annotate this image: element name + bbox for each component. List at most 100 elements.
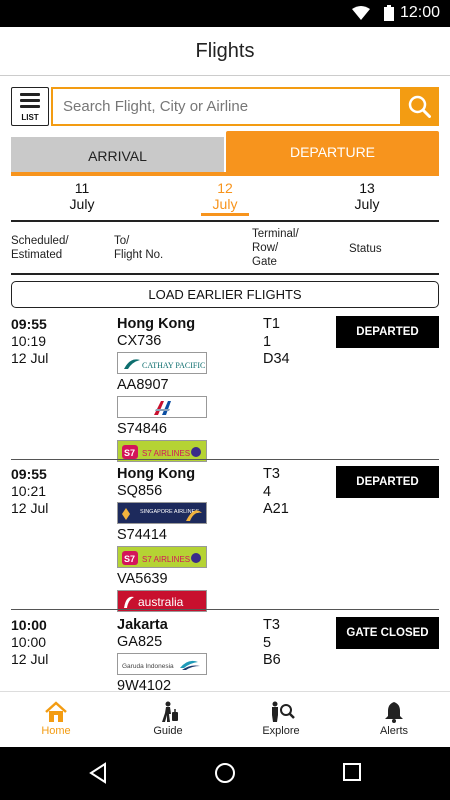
column-terminal: Terminal/ Row/ Gate: [252, 227, 299, 269]
search-icon: [408, 95, 431, 118]
home-icon: [45, 701, 67, 722]
clock: 12:00: [399, 4, 440, 21]
status-badge: GATE CLOSED: [336, 617, 439, 649]
destination-city: Jakarta: [117, 617, 168, 633]
search-input[interactable]: [51, 87, 401, 126]
bottom-navigation: Home Guide Explore Alerts: [0, 691, 450, 747]
divider: [11, 220, 439, 222]
estimated-time: 10:21: [11, 483, 47, 499]
column-label: To/: [114, 235, 130, 247]
gate: B6: [263, 652, 281, 668]
date-day: 13: [359, 180, 375, 196]
logo-text: CATHAY PACIFIC: [142, 361, 205, 370]
column-label: Estimated: [11, 249, 63, 261]
flight-row[interactable]: 09:55 10:19 12 Jul Hong Kong CX736 CATHA…: [11, 316, 439, 462]
scheduled-time: 10:00: [11, 617, 47, 633]
cathay-pacific-logo: CATHAY PACIFIC: [117, 352, 207, 374]
date-month: July: [212, 196, 238, 212]
flight-row[interactable]: 10:00 10:00 12 Jul Jakarta GA825 Garuda …: [11, 617, 439, 691]
scheduled-time: 09:55: [11, 316, 47, 332]
flight-date: 12 Jul: [11, 350, 49, 366]
home-circle-icon[interactable]: [214, 762, 236, 784]
selected-date-indicator: [201, 213, 249, 216]
flight-number: CX736: [117, 333, 162, 349]
back-icon[interactable]: [88, 762, 108, 784]
logo-text: Garuda Indonesia: [122, 663, 174, 670]
codeshare-flight-number: S74846: [117, 421, 167, 437]
flight-times: 09:55 10:19 12 Jul: [11, 316, 48, 367]
svg-text:S7: S7: [124, 448, 135, 458]
status-badge: DEPARTED: [336, 466, 439, 498]
date-day: 11: [74, 180, 90, 196]
date-day: 12: [217, 180, 233, 196]
flight-row[interactable]: 09:55 10:21 12 Jul Hong Kong SQ856 SINGA…: [11, 466, 439, 612]
codeshare-flight-number: AA8907: [117, 377, 169, 393]
column-destination: To/ Flight No.: [114, 234, 163, 262]
logo-text: S7 AIRLINES: [142, 555, 190, 564]
codeshare-flight-number: S74414: [117, 527, 167, 543]
divider: [11, 609, 439, 610]
bell-icon: [385, 702, 403, 723]
page-title: Flights: [195, 40, 255, 62]
column-label: Scheduled/: [11, 235, 69, 247]
flight-date: 12 Jul: [11, 651, 49, 667]
status-badge: DEPARTED: [336, 316, 439, 348]
system-navigation-bar: [0, 747, 450, 800]
search-row: LIST: [11, 87, 439, 126]
divider: [11, 273, 439, 275]
s7-airlines-logo: S7 S7 AIRLINES: [117, 546, 207, 568]
gate: A21: [263, 501, 289, 517]
logo-text: australia: [138, 595, 184, 609]
nav-label: Home: [41, 725, 71, 737]
recents-icon[interactable]: [342, 762, 362, 782]
nav-guide[interactable]: Guide: [112, 692, 224, 748]
traveler-luggage-icon: [162, 701, 178, 722]
codeshare-flight-number: 9W4102: [117, 678, 172, 691]
arrival-departure-tabs: ARRIVAL DEPARTURE: [11, 131, 439, 176]
singapore-airlines-logo: SINGAPORE AIRLINES: [117, 502, 207, 524]
row: 1: [263, 333, 272, 350]
estimated-time: 10:19: [11, 333, 47, 349]
row: 4: [263, 483, 272, 500]
date-month: July: [69, 196, 95, 212]
column-headers: Scheduled/ Estimated To/ Flight No. Term…: [11, 226, 439, 272]
terminal-info: T1 1 D34: [263, 316, 290, 369]
nav-explore[interactable]: Explore: [225, 692, 337, 748]
nav-home[interactable]: Home: [0, 692, 112, 748]
tab-arrival[interactable]: ARRIVAL: [11, 137, 224, 176]
logo-text: S7 AIRLINES: [142, 449, 190, 458]
date-option[interactable]: 11 July: [32, 180, 132, 212]
load-earlier-flights-button[interactable]: LOAD EARLIER FLIGHTS: [11, 281, 439, 308]
codeshare-flight-number: VA5639: [117, 571, 168, 587]
column-label: Flight No.: [114, 249, 164, 261]
estimated-time: 10:00: [11, 634, 47, 650]
row: 5: [263, 634, 272, 651]
flight-times: 09:55 10:21 12 Jul: [11, 466, 48, 517]
destination-city: Hong Kong: [117, 316, 196, 332]
american-airlines-logo: [117, 396, 207, 418]
column-label: Row/: [252, 242, 279, 254]
nav-label: Guide: [153, 725, 183, 737]
flight-number: GA825: [117, 634, 163, 650]
search-button[interactable]: [400, 87, 439, 126]
nav-alerts[interactable]: Alerts: [338, 692, 450, 748]
flight-destination: Jakarta GA825 Garuda Indonesia 9W4102: [117, 617, 247, 691]
garuda-indonesia-logo: Garuda Indonesia: [117, 653, 207, 675]
list-icon: [20, 93, 40, 108]
nav-label: Alerts: [379, 725, 409, 737]
tab-departure[interactable]: DEPARTURE: [226, 131, 439, 176]
terminal: T3: [263, 617, 280, 633]
status-bar: 12:00: [0, 0, 450, 27]
terminal: T1: [263, 316, 280, 332]
flight-number: SQ856: [117, 483, 163, 499]
flight-destination: Hong Kong CX736 CATHAY PACIFIC AA8907 S7…: [117, 316, 247, 465]
flight-date: 12 Jul: [11, 500, 49, 516]
scheduled-time: 09:55: [11, 466, 47, 482]
list-view-button[interactable]: LIST: [11, 87, 49, 126]
date-option-selected[interactable]: 12 July: [175, 180, 275, 212]
date-option[interactable]: 13 July: [317, 180, 417, 212]
nav-label: Explore: [262, 725, 300, 737]
tab-underline: [11, 172, 439, 176]
column-label: Terminal/: [252, 228, 299, 240]
date-month: July: [354, 196, 380, 212]
